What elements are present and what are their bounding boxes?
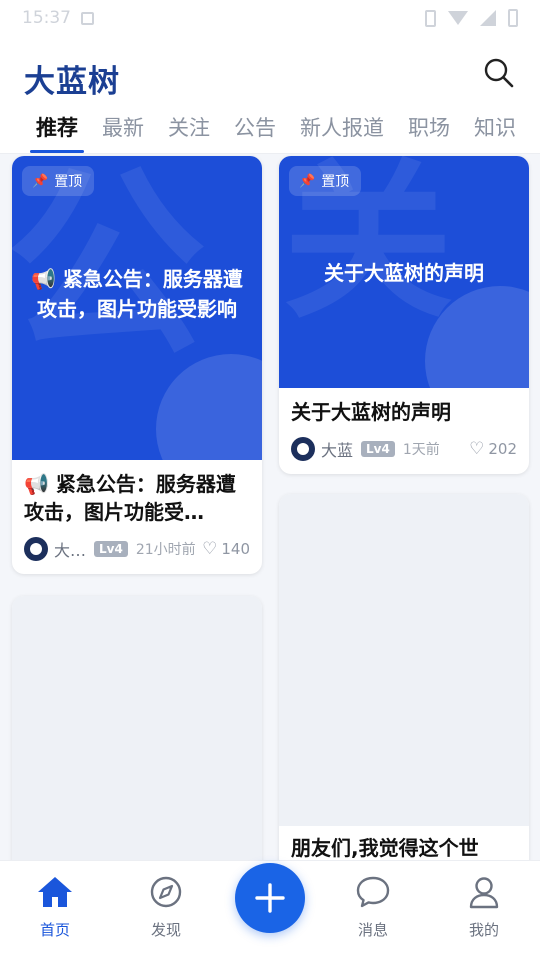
bottom-navigation: 首页 发现 消息 我的	[0, 860, 540, 960]
cover-text: 📢 紧急公告：服务器遭攻击，图片功能受影响	[31, 267, 243, 321]
author-name[interactable]: 大…	[54, 537, 86, 561]
header: 大蓝树 推荐 最新 关注 公告 新人报道 职场 知识	[0, 36, 540, 154]
vibrate-icon	[425, 9, 436, 27]
tab-knowledge[interactable]: 知识	[462, 108, 528, 153]
like-button[interactable]: ♡ 202	[469, 439, 517, 459]
search-icon	[484, 58, 514, 88]
post-time: 21小时前	[135, 542, 196, 558]
pin-icon: 📌	[32, 173, 49, 189]
avatar[interactable]	[291, 437, 315, 461]
post-time: 1天前	[402, 442, 440, 458]
status-left: 15:37	[22, 8, 94, 28]
plus-icon	[255, 883, 285, 913]
user-icon	[469, 877, 499, 909]
post-feed[interactable]: 公 📌 置顶 📢 紧急公告：服务器遭攻击，图片功能受影响 📢 紧急公告：服务器遭…	[0, 154, 540, 860]
nav-label: 首页	[39, 921, 70, 939]
nav-label: 发现	[150, 921, 181, 939]
signal-icon	[480, 10, 496, 26]
message-icon	[356, 876, 390, 908]
nav-home[interactable]: 首页	[15, 875, 95, 940]
pinned-label: 置顶	[54, 174, 83, 190]
compass-icon	[150, 876, 182, 908]
post-body: 📢 紧急公告：服务器遭攻击，图片功能受… 大… Lv4 21小时前 ♡ 140	[12, 460, 262, 574]
nav-label: 我的	[468, 921, 499, 939]
post-meta: 大蓝 Lv4 1天前 ♡ 202	[291, 436, 517, 462]
nav-label: 消息	[357, 921, 388, 939]
level-badge: Lv4	[361, 441, 395, 457]
status-time: 15:37	[22, 8, 71, 28]
post-cover: 公 📌 置顶 📢 紧急公告：服务器遭攻击，图片功能受影响	[12, 156, 262, 460]
search-button[interactable]	[482, 56, 516, 90]
like-button[interactable]: ♡ 140	[202, 539, 250, 559]
status-bar: 15:37	[0, 0, 540, 36]
nav-messages[interactable]: 消息	[333, 875, 413, 940]
app-screen: 15:37 大蓝树 推荐 最新 关注 公告 新人报道 职场 知识 公 📌 置顶 …	[0, 0, 540, 960]
level-badge: Lv4	[94, 541, 128, 557]
heart-icon: ♡	[202, 539, 218, 559]
tab-announcements[interactable]: 公告	[222, 108, 288, 153]
image-placeholder	[12, 596, 262, 860]
nav-discover[interactable]: 发现	[126, 875, 206, 940]
status-right	[425, 9, 518, 27]
tab-latest[interactable]: 最新	[90, 108, 156, 153]
post-title: 关于大蓝树的声明	[291, 400, 451, 424]
category-tabs: 推荐 最新 关注 公告 新人报道 职场 知识	[0, 108, 540, 154]
battery-icon	[508, 9, 518, 27]
pin-icon: 📌	[299, 173, 316, 189]
post-card[interactable]: 公 📌 置顶 📢 紧急公告：服务器遭攻击，图片功能受影响 📢 紧急公告：服务器遭…	[12, 156, 262, 574]
app-title: 大蓝树	[24, 64, 120, 100]
cover-text: 关于大蓝树的声明	[324, 261, 484, 285]
image-placeholder	[279, 494, 529, 826]
wifi-icon	[448, 11, 468, 25]
post-card[interactable]: 关 📌 置顶 关于大蓝树的声明 关于大蓝树的声明 大蓝 Lv4 1天前 ♡ 20…	[279, 156, 529, 474]
tab-following[interactable]: 关注	[156, 108, 222, 153]
post-card[interactable]: 朋友们,我觉得这个世	[279, 494, 529, 860]
heart-icon: ♡	[469, 439, 485, 459]
tab-recommend[interactable]: 推荐	[0, 108, 90, 153]
post-body: 关于大蓝树的声明 大蓝 Lv4 1天前 ♡ 202	[279, 388, 529, 474]
author-name[interactable]: 大蓝	[321, 437, 353, 461]
pinned-badge: 📌 置顶	[22, 166, 95, 196]
create-post-button[interactable]	[235, 863, 305, 933]
post-meta: 大… Lv4 21小时前 ♡ 140	[24, 536, 250, 562]
post-title: 朋友们,我觉得这个世	[291, 836, 479, 860]
like-count: 140	[221, 540, 250, 558]
post-title: 📢 紧急公告：服务器遭攻击，图片功能受…	[24, 472, 236, 524]
notification-icon	[81, 11, 94, 25]
pinned-badge: 📌 置顶	[289, 166, 362, 196]
post-card-placeholder[interactable]	[12, 596, 262, 860]
avatar[interactable]	[24, 537, 48, 561]
pinned-label: 置顶	[321, 174, 350, 190]
tab-workplace[interactable]: 职场	[396, 108, 462, 153]
nav-profile[interactable]: 我的	[444, 875, 524, 940]
tab-newcomers[interactable]: 新人报道	[288, 108, 396, 153]
like-count: 202	[488, 440, 517, 458]
post-cover: 关 📌 置顶 关于大蓝树的声明	[279, 156, 529, 388]
home-icon	[38, 877, 72, 907]
